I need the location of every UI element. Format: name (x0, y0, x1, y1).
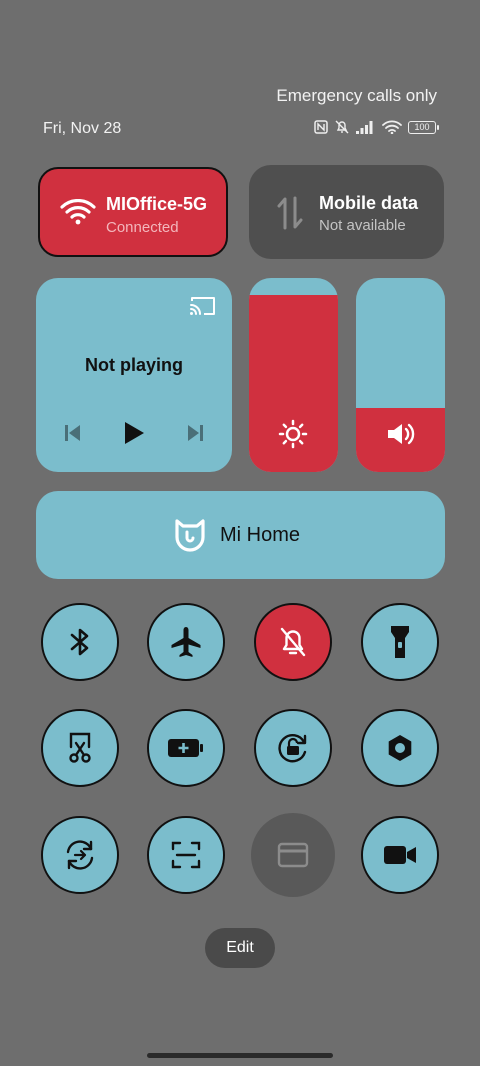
volume-icon (388, 423, 415, 445)
settings-toggle[interactable] (361, 709, 439, 787)
wifi-icon (60, 199, 96, 225)
scanner-icon (171, 841, 201, 869)
wifi-status: Connected (106, 219, 179, 236)
next-icon[interactable] (186, 423, 204, 443)
home-indicator[interactable] (147, 1053, 333, 1058)
signal-icon (356, 120, 373, 134)
edit-button[interactable]: Edit (205, 928, 275, 968)
wifi-tile[interactable]: MIOffice-5G Connected (38, 167, 228, 257)
card-icon (277, 842, 309, 868)
battery-saver-toggle[interactable] (147, 709, 225, 787)
volume-slider[interactable] (356, 278, 445, 472)
video-camera-icon (384, 846, 416, 864)
mobile-data-icon (277, 196, 303, 230)
mobile-data-status: Not available (319, 217, 406, 234)
brightness-icon (278, 419, 308, 449)
silent-bell-icon (280, 627, 306, 657)
silent-icon (335, 120, 349, 134)
media-status: Not playing (85, 355, 183, 375)
sync-toggle[interactable] (41, 816, 119, 894)
screenshot-toggle[interactable] (41, 709, 119, 787)
sync-icon (66, 840, 94, 870)
scissors-screenshot-icon (69, 732, 91, 763)
rotation-lock-icon (278, 734, 307, 763)
previous-icon[interactable] (64, 423, 82, 443)
date-text: Fri, Nov 28 (43, 120, 122, 137)
mi-home-tile[interactable]: Mi Home (36, 491, 445, 579)
mobile-data-tile[interactable]: Mobile data Not available (249, 165, 444, 259)
airplane-mode-toggle[interactable] (147, 603, 225, 681)
silent-mode-toggle[interactable] (254, 603, 332, 681)
battery-icon: 100 (408, 120, 439, 134)
media-player-tile[interactable]: Not playing (36, 278, 232, 472)
wifi-name: MIOffice-5G (106, 194, 208, 214)
play-icon[interactable] (123, 421, 145, 445)
bluetooth-icon (70, 628, 89, 656)
settings-hex-icon (388, 735, 412, 761)
wallet-toggle[interactable] (251, 813, 335, 897)
screen-recorder-toggle[interactable] (361, 816, 439, 894)
nfc-icon (314, 120, 328, 134)
rotation-lock-toggle[interactable] (254, 709, 332, 787)
flashlight-toggle[interactable] (361, 603, 439, 681)
mi-home-icon (175, 519, 205, 552)
mi-home-label: Mi Home (220, 524, 301, 546)
emergency-calls-text: Emergency calls only (276, 86, 437, 105)
scanner-toggle[interactable] (147, 816, 225, 894)
wifi-icon (382, 120, 402, 134)
status-icons: 100 (314, 119, 439, 135)
airplane-icon (171, 627, 201, 657)
brightness-slider[interactable] (249, 278, 338, 472)
cast-icon[interactable] (189, 295, 217, 317)
flashlight-icon (391, 626, 409, 658)
mobile-data-title: Mobile data (319, 193, 419, 213)
battery-saver-icon (168, 739, 203, 757)
bluetooth-toggle[interactable] (41, 603, 119, 681)
